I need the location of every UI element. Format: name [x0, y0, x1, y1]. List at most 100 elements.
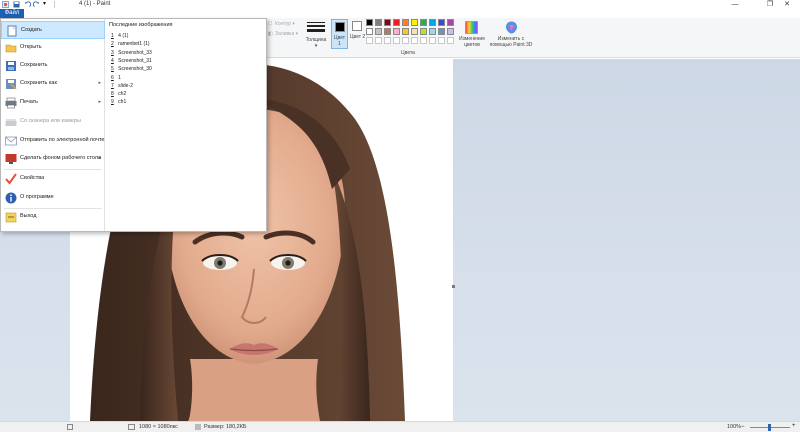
minimize-button[interactable]: —: [722, 0, 748, 9]
palette-color-swatch[interactable]: [384, 28, 391, 35]
save-icon: [5, 60, 17, 72]
canvas-resize-handle-right[interactable]: [452, 285, 455, 288]
paint3d-icon: [506, 21, 517, 34]
exit-icon: [5, 211, 17, 223]
custom-color-slot[interactable]: [402, 37, 409, 44]
custom-color-slot[interactable]: [375, 37, 382, 44]
recent-image-number: 6: [111, 74, 114, 81]
recent-image-item[interactable]: 5 Screenshot_30: [111, 66, 152, 72]
info-icon: [5, 192, 17, 204]
palette-color-swatch[interactable]: [420, 28, 427, 35]
recent-image-item[interactable]: 9 ch1: [111, 99, 126, 105]
recent-image-name: 4 (1): [116, 33, 129, 39]
menu-item-label: Со сканера или камеры: [20, 118, 81, 124]
menu-item-label: Отправить по электронной почте: [20, 137, 105, 143]
menu-item-new-file[interactable]: Создать: [1, 21, 105, 39]
recent-image-item[interactable]: 8 ch2: [111, 91, 126, 97]
custom-color-slot[interactable]: [429, 37, 436, 44]
menu-item-save-as[interactable]: Сохранить как ▸: [1, 75, 105, 93]
recent-image-item[interactable]: 6 1: [111, 75, 121, 81]
menu-item-label: Свойства: [20, 175, 45, 181]
palette-color-swatch[interactable]: [420, 19, 427, 26]
palette-color-swatch[interactable]: [438, 28, 445, 35]
recent-image-item[interactable]: 1 4 (1): [111, 33, 128, 39]
palette-color-swatch[interactable]: [429, 28, 436, 35]
recent-image-name: 1: [116, 74, 121, 81]
save-icon[interactable]: [13, 1, 20, 8]
palette-color-swatch[interactable]: [411, 28, 418, 35]
palette-color-swatch[interactable]: [384, 19, 391, 26]
open-folder-icon: [5, 42, 17, 54]
menu-item-checkmark[interactable]: Свойства: [1, 170, 105, 188]
palette-color-swatch[interactable]: [393, 28, 400, 35]
menu-item-label: Сохранить: [20, 62, 48, 68]
printer-icon: [5, 97, 17, 109]
recent-image-name: ramenbet1 (1): [116, 41, 150, 48]
recent-image-number: 7: [111, 82, 114, 89]
new-file-icon: [6, 25, 18, 37]
palette-color-swatch[interactable]: [411, 19, 418, 26]
recent-image-name: ch2: [116, 91, 127, 98]
palette-color-swatch[interactable]: [447, 28, 454, 35]
palette-color-swatch[interactable]: [366, 19, 373, 26]
zoom-slider-thumb[interactable]: [768, 424, 771, 431]
zoom-out-icon[interactable]: −: [741, 424, 747, 430]
color2-button[interactable]: Цвет 2: [349, 19, 366, 49]
recent-image-number: 5: [111, 66, 114, 73]
color1-label: Цвет 1: [333, 35, 346, 47]
paint3d-button[interactable]: Изменить с помощью Paint 3D: [489, 19, 533, 53]
custom-color-slot[interactable]: [411, 37, 418, 44]
email-icon: [5, 135, 17, 147]
recent-image-name: Screenshot_31: [116, 57, 152, 64]
menu-item-open-folder[interactable]: Открыть: [1, 39, 105, 57]
custom-color-slot[interactable]: [447, 37, 454, 44]
custom-color-slot[interactable]: [366, 37, 373, 44]
menu-item-desktop-background[interactable]: Сделать фоном рабочего стола ▸: [1, 150, 105, 168]
contour-icon: ☐: [268, 21, 273, 27]
recent-image-name: ch1: [116, 99, 127, 106]
fill-button[interactable]: ◧ Заливка ▾: [268, 31, 298, 37]
color2-swatch: [352, 21, 362, 31]
custom-color-slot[interactable]: [420, 37, 427, 44]
menu-item-label: Открыть: [20, 44, 42, 50]
recent-image-number: 1: [111, 33, 114, 39]
thickness-icon: [307, 22, 325, 32]
palette-color-swatch[interactable]: [402, 19, 409, 26]
menu-item-email[interactable]: Отправить по электронной почте: [1, 132, 105, 150]
undo-icon[interactable]: [24, 1, 32, 8]
palette-color-swatch[interactable]: [402, 28, 409, 35]
menu-item-printer[interactable]: Печать ▸: [1, 94, 105, 112]
menu-item-info[interactable]: О программе: [1, 189, 105, 207]
cursor-position-icon: [67, 424, 73, 430]
qa-dropdown-icon[interactable]: ▾: [43, 1, 50, 8]
menu-item-label: О программе: [20, 194, 54, 200]
palette-color-swatch[interactable]: [429, 19, 436, 26]
menu-item-save[interactable]: Сохранить: [1, 57, 105, 75]
file-menu: Создать Открыть Сохранить Сохранить как ▸ Печ…: [0, 18, 267, 232]
palette-color-swatch[interactable]: [366, 28, 373, 35]
palette-color-swatch[interactable]: [375, 28, 382, 35]
contour-button[interactable]: ☐ Контур ▾: [268, 21, 295, 27]
window-title: 4 (1) - Paint: [79, 1, 111, 7]
paint3d-label: Изменить с помощью Paint 3D: [489, 36, 533, 48]
color2-label: Цвет 2: [349, 34, 366, 40]
edit-colors-button[interactable]: Изменение цветов: [458, 19, 486, 53]
palette-color-swatch[interactable]: [375, 19, 382, 26]
close-button[interactable]: ✕: [774, 0, 800, 9]
recent-image-item[interactable]: 2 ramenbet1 (1): [111, 41, 150, 47]
menu-item-exit[interactable]: Выход: [1, 208, 105, 226]
custom-color-slot[interactable]: [393, 37, 400, 44]
redo-icon[interactable]: [32, 1, 40, 8]
palette-color-swatch[interactable]: [447, 19, 454, 26]
file-tab[interactable]: Файл: [0, 9, 24, 18]
color1-button[interactable]: Цвет 1: [331, 19, 348, 49]
recent-image-item[interactable]: 7 slide-2: [111, 83, 133, 89]
palette-color-swatch[interactable]: [438, 19, 445, 26]
recent-image-item[interactable]: 4 Screenshot_31: [111, 58, 152, 64]
thickness-button[interactable]: Толщина ▾: [302, 19, 330, 55]
custom-color-slot[interactable]: [438, 37, 445, 44]
zoom-in-icon[interactable]: +: [792, 423, 798, 430]
recent-image-item[interactable]: 3 Screenshot_33: [111, 50, 152, 56]
custom-color-slot[interactable]: [384, 37, 391, 44]
palette-color-swatch[interactable]: [393, 19, 400, 26]
